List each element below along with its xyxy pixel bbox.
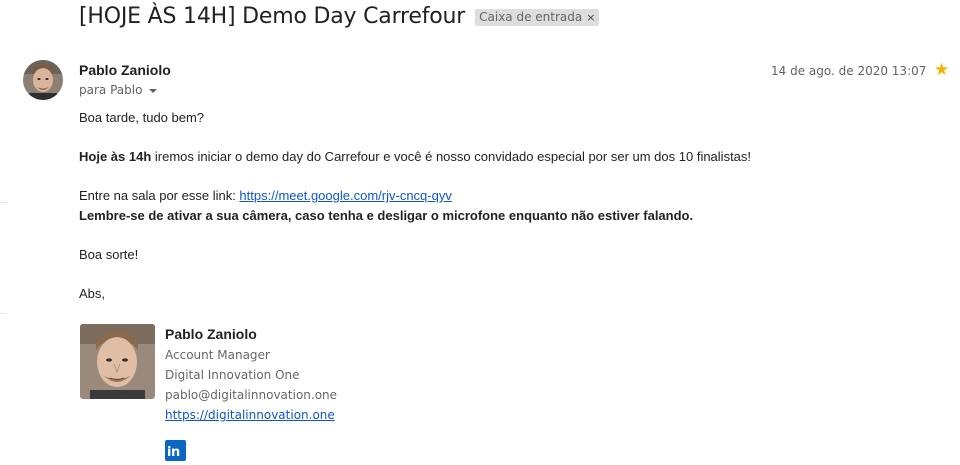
body-closing: Abs, <box>79 286 106 301</box>
email-date: 14 de ago. de 2020 13:07 <box>771 64 927 78</box>
divider <box>0 313 7 314</box>
body-luck: Boa sorte! <box>79 247 139 262</box>
signature-photo <box>80 324 155 399</box>
meet-link[interactable]: https://meet.google.com/rjv-cncq-qyv <box>239 188 451 203</box>
chevron-down-icon[interactable] <box>149 88 158 93</box>
inbox-label-chip[interactable]: Caixa de entrada × <box>475 9 600 26</box>
sender-avatar[interactable] <box>23 60 63 100</box>
body-bold-text: Hoje às 14h <box>79 149 152 164</box>
body-text: Entre na sala por esse link: <box>79 188 240 203</box>
email-subject: [HOJE ÀS 14H] Demo Day Carrefour <box>79 4 466 29</box>
body-paragraph-2: Entre na sala por esse link: https://mee… <box>79 188 452 203</box>
body-text: iremos iniciar o demo day do Carrefour e… <box>151 149 752 164</box>
subject-row: [HOJE ÀS 14H] Demo Day Carrefour Caixa d… <box>79 4 600 29</box>
label-text: Caixa de entrada <box>479 10 583 24</box>
signature-email: pablo@digitalinnovation.one <box>165 388 338 402</box>
signature-name: Pablo Zaniolo <box>165 326 257 342</box>
linkedin-glyph: in <box>167 445 180 460</box>
body-paragraph-3: Lembre-se de ativar a sua câmera, caso t… <box>79 208 693 223</box>
recipient-line: para Pablo <box>79 83 158 97</box>
remove-label-button[interactable]: × <box>586 11 595 24</box>
divider <box>0 202 7 203</box>
signature-website-link[interactable]: https://digitalinnovation.one <box>165 408 335 422</box>
body-paragraph-1: Hoje às 14h iremos iniciar o demo day do… <box>79 149 751 164</box>
star-icon[interactable]: ★ <box>934 60 949 80</box>
signature-company: Digital Innovation One <box>165 368 300 382</box>
linkedin-icon[interactable]: in <box>165 440 186 461</box>
body-greeting: Boa tarde, tudo bem? <box>79 110 205 125</box>
body-bold-text: Lembre-se de ativar a sua câmera, caso t… <box>79 208 694 223</box>
signature-title: Account Manager <box>165 348 270 362</box>
recipient-text: para Pablo <box>79 83 143 97</box>
sender-name[interactable]: Pablo Zaniolo <box>79 62 171 78</box>
